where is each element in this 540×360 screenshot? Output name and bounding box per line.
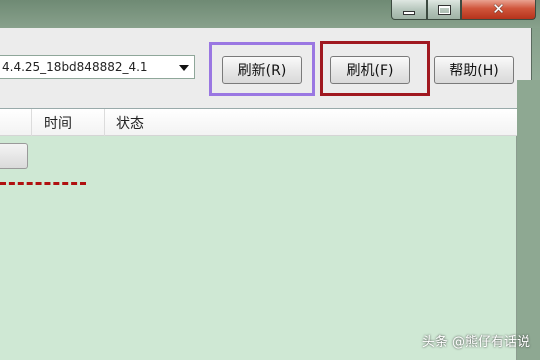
close-icon: ✕ (492, 0, 505, 18)
title-bar: ✕ (0, 0, 540, 28)
red-dashed-annotation (0, 182, 86, 185)
minimize-icon (403, 10, 415, 15)
maximize-button[interactable] (427, 0, 461, 20)
list-header: 时间 状态 (0, 109, 517, 136)
flash-button[interactable]: 刷机(F) (330, 56, 410, 84)
column-status[interactable]: 状态 (116, 109, 144, 136)
help-button[interactable]: 帮助(H) (434, 56, 514, 84)
firmware-select-value: 4.4.25_18bd848882_4.1 (2, 60, 148, 74)
firmware-select[interactable]: 4.4.25_18bd848882_4.1 (0, 55, 195, 79)
column-separator[interactable] (31, 109, 32, 136)
column-time[interactable]: 时间 (44, 109, 72, 136)
chevron-down-icon[interactable] (179, 65, 189, 71)
log-list[interactable]: 时间 状态 (0, 108, 517, 360)
refresh-button[interactable]: 刷新(R) (222, 56, 302, 84)
watermark: 头条 @熊仔有话说 (421, 335, 530, 350)
row-button[interactable] (0, 143, 28, 169)
window-frame: ✕ 4.4.25_18bd848882_4.1 刷新(R) 刷机(F) 帮助(H… (0, 0, 540, 360)
window-border (517, 80, 540, 360)
close-button[interactable]: ✕ (461, 0, 536, 20)
minimize-button[interactable] (391, 0, 427, 20)
client-area: 4.4.25_18bd848882_4.1 刷新(R) 刷机(F) 帮助(H) … (0, 28, 532, 360)
column-separator[interactable] (104, 109, 105, 136)
maximize-icon (437, 4, 451, 15)
